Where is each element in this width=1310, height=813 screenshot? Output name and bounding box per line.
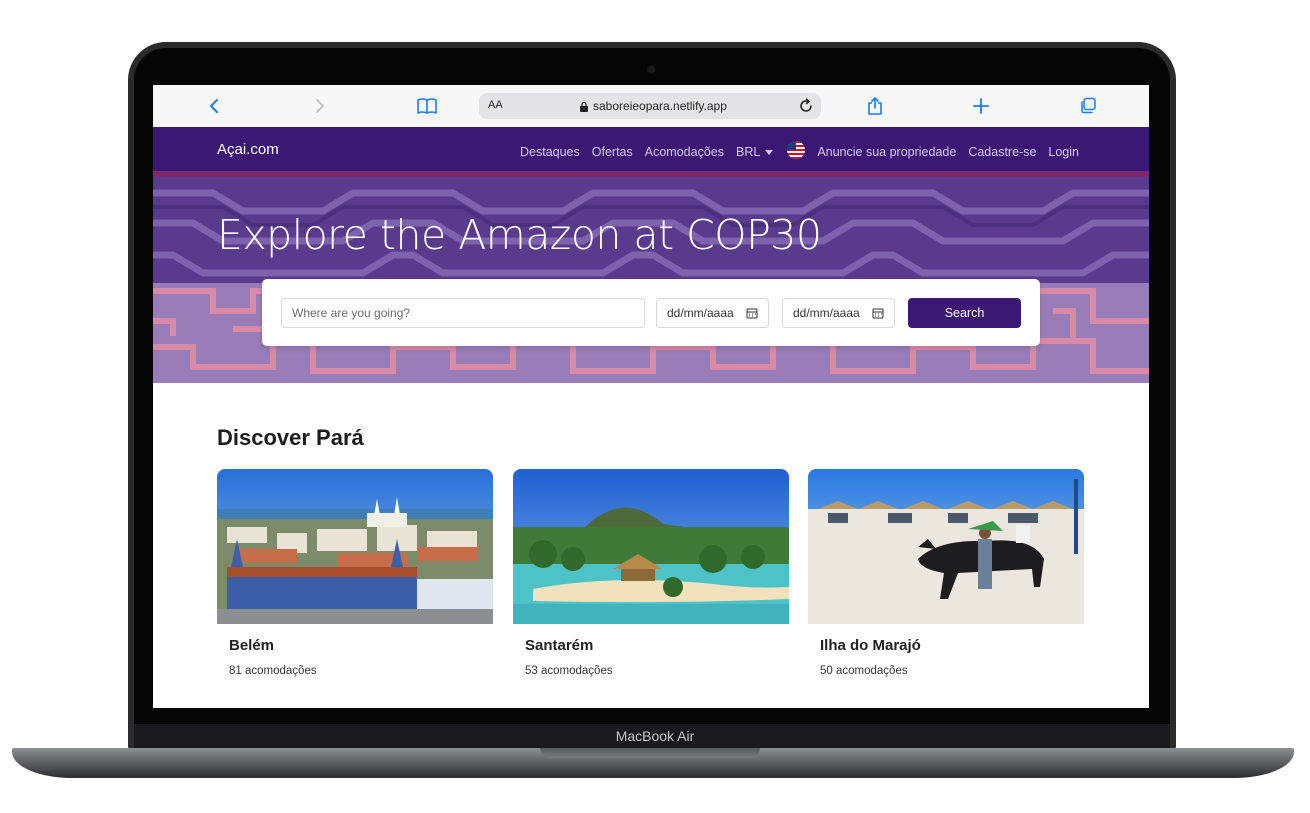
language-selector[interactable] <box>785 141 806 162</box>
search-button[interactable]: Search <box>908 298 1021 328</box>
url-display: saboreieopara.netlify.app <box>579 99 727 113</box>
laptop-notch <box>540 748 760 758</box>
brand-logo[interactable]: Açai.com <box>217 141 279 158</box>
hero-pattern <box>153 171 1149 383</box>
checkout-date-input[interactable]: dd/mm/aaaa <box>782 298 895 328</box>
card-title[interactable]: Belém <box>229 637 274 654</box>
nav-link-acomodacoes[interactable]: Acomodações <box>645 145 724 159</box>
nav-link-login[interactable]: Login <box>1048 145 1079 159</box>
card-count: 53 acomodações <box>525 665 613 677</box>
us-flag-icon <box>787 141 806 159</box>
search-card: dd/mm/aaaa dd/mm/aaaa Search <box>262 279 1040 346</box>
text-size-button[interactable]: AA <box>488 99 503 111</box>
reload-icon[interactable] <box>797 97 815 115</box>
calendar-icon[interactable] <box>872 307 884 319</box>
caret-down-icon <box>765 149 774 155</box>
currency-dropdown[interactable]: BRL <box>735 144 774 159</box>
nav-links: Destaques Ofertas Acomodações BRL Anunci… <box>520 141 1079 162</box>
nav-link-anuncie[interactable]: Anuncie sua propriedade <box>817 145 956 159</box>
card-count: 50 acomodações <box>820 665 908 677</box>
calendar-icon[interactable] <box>746 307 758 319</box>
hero-title: Explore the Amazon at COP30 <box>217 211 822 259</box>
checkin-placeholder: dd/mm/aaaa <box>667 306 734 320</box>
section-title: Discover Pará <box>217 425 364 450</box>
marajo-image[interactable] <box>808 469 1084 624</box>
card-count: 81 acomodações <box>229 665 317 677</box>
destination-card-santarem[interactable]: Santarém 53 acomodações <box>513 469 789 689</box>
screen: AA saboreieopara.netlify.app Açai.com De… <box>153 85 1149 708</box>
bookmarks-icon[interactable] <box>414 93 440 119</box>
currency-label: BRL <box>735 144 761 159</box>
checkin-date-input[interactable]: dd/mm/aaaa <box>656 298 769 328</box>
nav-link-cadastre[interactable]: Cadastre-se <box>968 145 1036 159</box>
back-icon[interactable] <box>201 93 227 119</box>
destination-card-marajo[interactable]: Ilha do Marajó 50 acomodações <box>808 469 1084 689</box>
address-bar[interactable]: AA saboreieopara.netlify.app <box>479 93 821 119</box>
destination-card-belem[interactable]: Belém 81 acomodações <box>217 469 493 689</box>
forward-icon[interactable] <box>307 93 333 119</box>
lock-icon <box>580 101 588 112</box>
nav-link-destaques[interactable]: Destaques <box>520 145 580 159</box>
checkout-placeholder: dd/mm/aaaa <box>793 306 860 320</box>
card-title[interactable]: Santarém <box>525 637 593 654</box>
santarem-image[interactable] <box>513 469 789 624</box>
destination-input[interactable] <box>281 298 645 328</box>
tabs-overview-icon[interactable] <box>1075 93 1101 119</box>
nav-link-ofertas[interactable]: Ofertas <box>592 145 633 159</box>
site-navbar: Açai.com Destaques Ofertas Acomodações B… <box>153 127 1149 171</box>
camera <box>648 66 655 73</box>
card-title[interactable]: Ilha do Marajó <box>820 637 921 654</box>
device-label: MacBook Air <box>615 728 695 744</box>
url-text: saboreieopara.netlify.app <box>593 99 727 113</box>
belem-image[interactable] <box>217 469 493 624</box>
new-tab-icon[interactable] <box>968 93 994 119</box>
share-icon[interactable] <box>862 93 888 119</box>
browser-toolbar: AA saboreieopara.netlify.app <box>153 85 1149 127</box>
hero-banner: Explore the Amazon at COP30 dd/mm/aaaa d… <box>153 171 1149 383</box>
